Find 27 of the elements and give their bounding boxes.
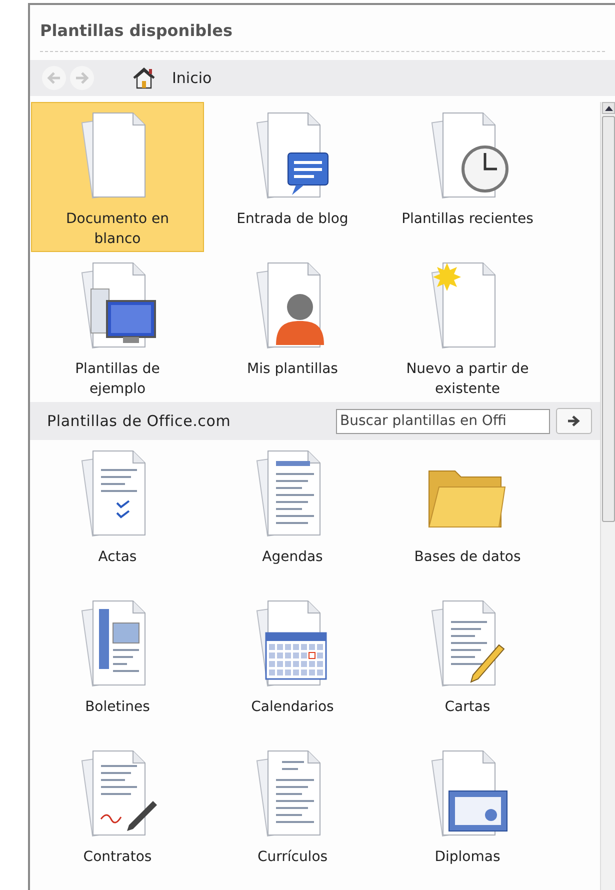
scroll-thumb[interactable] — [602, 116, 615, 522]
search-button[interactable] — [556, 408, 592, 434]
location-label: Inicio — [172, 68, 212, 89]
template-tile[interactable]: Calendarios — [206, 590, 379, 740]
template-tile[interactable]: Entrada de blog — [206, 102, 379, 252]
scroll-up-icon[interactable] — [602, 102, 615, 114]
template-tile[interactable]: Cartas — [381, 590, 554, 740]
template-tile[interactable]: Mis plantillas — [206, 252, 379, 402]
template-tile[interactable]: Contratos — [31, 740, 204, 890]
home-icon[interactable] — [132, 67, 156, 89]
template-tile[interactable]: Actas — [31, 440, 204, 590]
scrollbar[interactable] — [600, 102, 615, 890]
template-tile[interactable]: Agendas — [206, 440, 379, 590]
template-tile[interactable]: Currículos — [206, 740, 379, 890]
template-tile[interactable]: Boletines — [31, 590, 204, 740]
section-title: Plantillas de Office.com — [47, 410, 231, 432]
panel-title: Plantillas disponibles — [40, 19, 605, 52]
template-tile[interactable]: Bases de datos — [381, 440, 554, 590]
template-tile[interactable]: Documento en blanco — [31, 102, 204, 252]
forward-arrow-icon — [75, 72, 89, 84]
template-tile[interactable]: Plantillas recientes — [381, 102, 554, 252]
back-arrow-icon — [47, 72, 61, 84]
template-tile[interactable]: Plantillas de ejemplo — [31, 252, 204, 402]
template-tile[interactable]: Nuevo a partir de existente — [381, 252, 554, 402]
search-field[interactable]: Buscar plantillas en Offi — [336, 408, 550, 434]
arrow-right-icon — [567, 415, 581, 427]
template-tile[interactable]: Diplomas — [381, 740, 554, 890]
